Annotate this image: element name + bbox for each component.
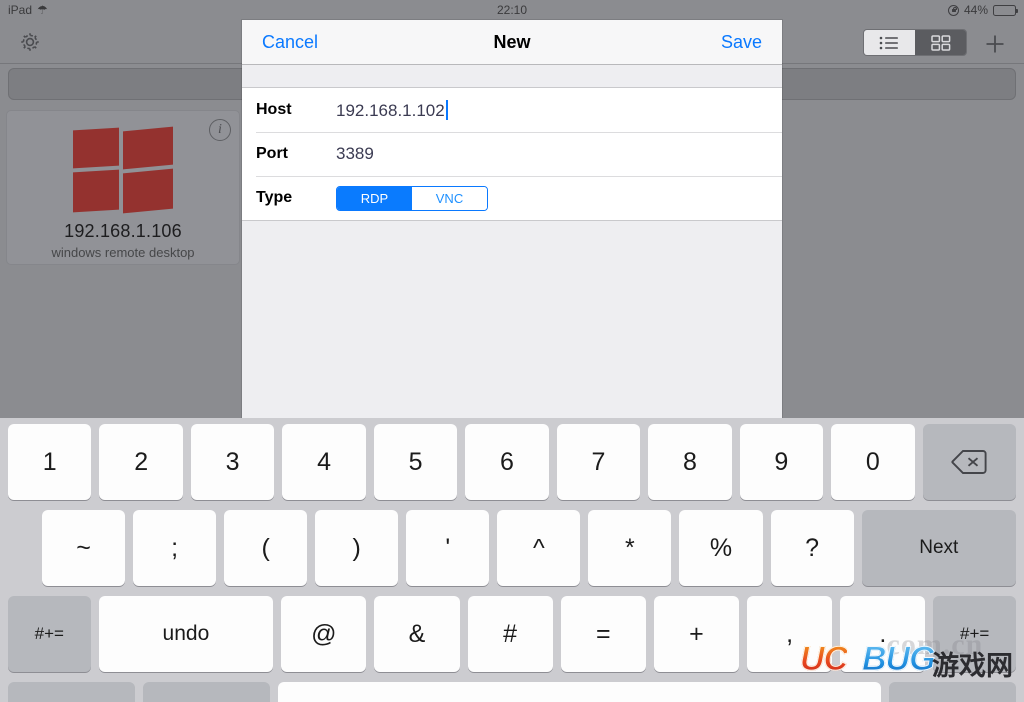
type-row: Type RDP VNC [242, 176, 782, 220]
cancel-button[interactable]: Cancel [262, 32, 318, 53]
battery-percent-label: 44% [963, 3, 988, 17]
page-title: New [493, 31, 531, 52]
key-caret[interactable]: ^ [497, 510, 581, 586]
space-key[interactable] [278, 682, 881, 702]
key-semicolon[interactable]: ; [133, 510, 217, 586]
status-bar: iPad ☂ 22:10 44% [0, 0, 1024, 20]
next-key[interactable]: Next [861, 510, 1017, 586]
key-1[interactable]: 1 [8, 424, 92, 500]
plus-icon[interactable] [983, 32, 1007, 56]
keyboard-row-bottom [0, 682, 1024, 702]
port-row[interactable]: Port 3389 [242, 132, 782, 176]
key-period[interactable]: . [840, 596, 926, 672]
status-bar-right: 44% [947, 3, 1019, 17]
list-view-icon[interactable] [864, 30, 915, 55]
keyboard-row-numbers: 1 2 3 4 5 6 7 8 9 0 [0, 424, 1024, 500]
key-paren-close[interactable]: ) [315, 510, 399, 586]
host-card[interactable]: i 192.168.1.106 windows remote desktop [6, 110, 240, 265]
text-caret [445, 99, 448, 120]
host-card-title: 192.168.1.106 [64, 221, 182, 241]
host-label: Host [256, 101, 292, 118]
key-equals[interactable]: = [560, 596, 646, 672]
key-ampersand[interactable]: & [374, 596, 460, 672]
hide-keyboard-key[interactable] [888, 682, 1016, 702]
key-paren-open[interactable]: ( [224, 510, 308, 586]
battery-icon [993, 4, 1019, 16]
key-6[interactable]: 6 [465, 424, 549, 500]
key-comma[interactable]: , [747, 596, 833, 672]
status-bar-clock: 22:10 [496, 3, 528, 17]
key-3[interactable]: 3 [190, 424, 275, 500]
new-connection-modal: Cancel New Save Host 192.168.1.102 Port … [242, 20, 782, 418]
backspace-icon[interactable] [922, 424, 1016, 500]
host-value-text: 192.168.1.102 [336, 100, 445, 120]
globe-key[interactable] [8, 682, 136, 702]
save-button[interactable]: Save [721, 32, 762, 53]
rotation-lock-icon [947, 4, 959, 16]
grid-view-icon[interactable] [915, 30, 966, 55]
key-5[interactable]: 5 [373, 424, 458, 500]
gear-icon[interactable] [17, 29, 43, 55]
numbers-key[interactable] [143, 682, 271, 702]
connection-form: Host 192.168.1.102 Port 3389 Type RDP VN… [242, 87, 782, 221]
info-circle-icon[interactable]: i [209, 119, 231, 141]
key-0[interactable]: 0 [831, 424, 915, 500]
key-2[interactable]: 2 [99, 424, 183, 500]
type-label: Type [256, 189, 293, 206]
segment-vnc[interactable]: VNC [412, 186, 487, 210]
key-tilde[interactable]: ~ [42, 510, 126, 586]
port-label: Port [256, 145, 288, 162]
host-row[interactable]: Host 192.168.1.102 [242, 88, 782, 132]
symbol-shift-left-key[interactable]: #+= [8, 596, 91, 672]
connection-type-segmented-control[interactable]: RDP VNC [336, 185, 488, 211]
key-percent[interactable]: % [679, 510, 763, 586]
host-field-value[interactable]: 192.168.1.102 [336, 99, 448, 121]
modal-title-wrapper: New [242, 20, 782, 64]
key-question[interactable]: ? [770, 510, 854, 586]
windows-logo-icon [73, 126, 173, 214]
key-apostrophe[interactable]: ' [406, 510, 490, 586]
key-7[interactable]: 7 [556, 424, 641, 500]
modal-navbar: Cancel New Save [242, 20, 782, 65]
host-card-subtitle: windows remote desktop [51, 245, 195, 260]
onscreen-keyboard: 1 2 3 4 5 6 7 8 9 0 ~ ; ( ) ' ^ * % ? Ne… [0, 418, 1024, 702]
key-9[interactable]: 9 [739, 424, 824, 500]
undo-key[interactable]: undo [98, 596, 274, 672]
ipad-screen: iPad ☂ 22:10 44% i 192.168.1.106 windows… [0, 0, 1024, 702]
keyboard-row-symbols-1: ~ ; ( ) ' ^ * % ? Next [0, 510, 1024, 586]
key-8[interactable]: 8 [648, 424, 732, 500]
keyboard-row-symbols-2: #+= undo @ & # = + , . #+= [0, 596, 1024, 672]
key-asterisk[interactable]: * [588, 510, 672, 586]
symbol-shift-right-key[interactable]: #+= [933, 596, 1017, 672]
key-4[interactable]: 4 [282, 424, 366, 500]
segment-rdp[interactable]: RDP [337, 186, 412, 210]
port-field-value[interactable]: 3389 [336, 144, 374, 164]
key-plus[interactable]: + [653, 596, 740, 672]
key-hash[interactable]: # [467, 596, 553, 672]
view-mode-segmented-control[interactable] [863, 29, 967, 56]
key-at[interactable]: @ [281, 596, 367, 672]
